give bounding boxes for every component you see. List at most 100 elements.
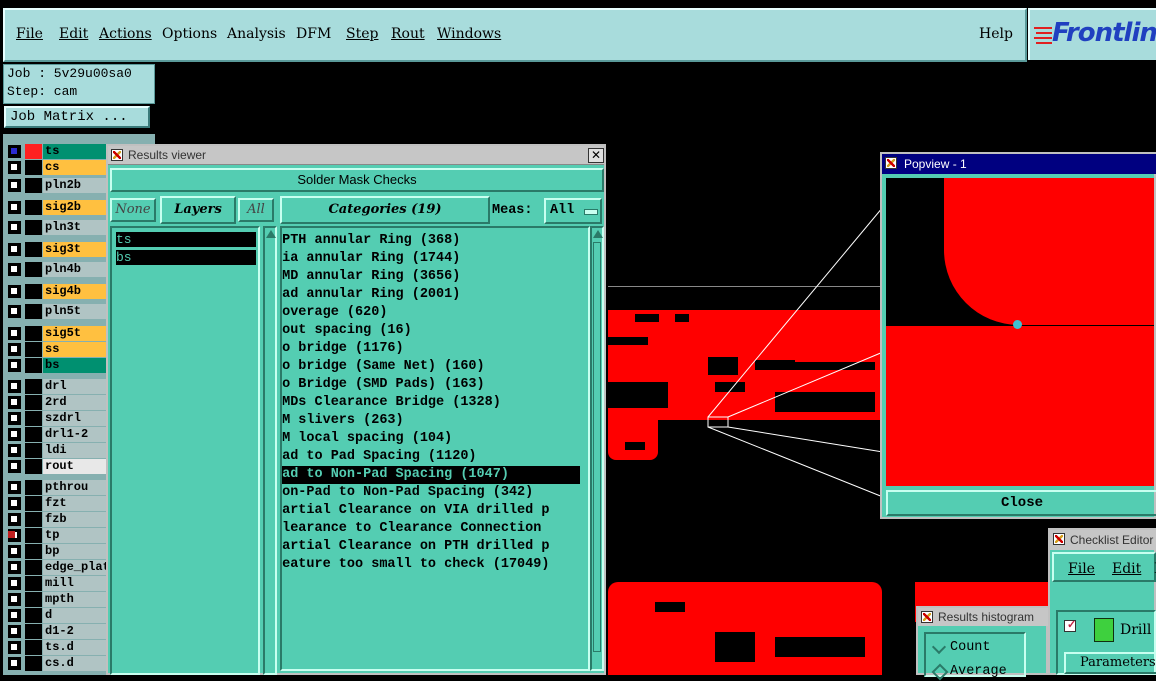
- layer-name[interactable]: rout: [43, 459, 107, 474]
- category-item[interactable]: SMDs Clearance Bridge (1328): [282, 394, 580, 412]
- menu-windows[interactable]: Windows: [437, 26, 501, 42]
- layer-name[interactable]: pthrou: [43, 480, 107, 495]
- layer-row-ts[interactable]: ts: [5, 144, 107, 159]
- layer-checkbox[interactable]: [8, 513, 21, 526]
- category-item[interactable]: NPTH annular Ring (368): [282, 232, 580, 250]
- layer-name[interactable]: edge_plat: [43, 560, 107, 575]
- layer-color-swatch[interactable]: [25, 379, 42, 394]
- layer-color-swatch[interactable]: [25, 411, 42, 426]
- category-item[interactable]: Rout spacing (16): [282, 322, 580, 340]
- category-item[interactable]: Partial Clearance on VIA drilled p: [282, 502, 580, 520]
- layer-name[interactable]: cs.d: [43, 656, 107, 671]
- layer-name[interactable]: ts: [43, 144, 107, 159]
- layer-checkbox[interactable]: [8, 201, 21, 214]
- popview-titlebar[interactable]: Popview - 1: [882, 154, 1156, 174]
- layer-color-swatch[interactable]: [25, 144, 42, 159]
- layer-name[interactable]: szdrl: [43, 411, 107, 426]
- category-item[interactable]: No Bridge (SMD Pads) (163): [282, 376, 580, 394]
- popview-canvas[interactable]: [886, 178, 1154, 486]
- category-item[interactable]: SM local spacing (104): [282, 430, 580, 448]
- layer-checkbox[interactable]: [8, 545, 21, 558]
- layer-row-pln4b[interactable]: pln4b: [5, 262, 107, 277]
- layer-checkbox[interactable]: [8, 444, 21, 457]
- layer-row-mill[interactable]: mill: [5, 576, 107, 591]
- layer-row-edge-plat[interactable]: edge_plat: [5, 560, 107, 575]
- layer-name[interactable]: ldi: [43, 443, 107, 458]
- layer-color-swatch[interactable]: [25, 656, 42, 671]
- checklist-menu-edit[interactable]: Edit: [1112, 561, 1141, 577]
- layer-row-fzt[interactable]: fzt: [5, 496, 107, 511]
- violation-marker[interactable]: [1013, 320, 1022, 329]
- layer-name[interactable]: sig4b: [43, 284, 107, 299]
- layer-checkbox[interactable]: [8, 380, 21, 393]
- menu-options[interactable]: Options: [162, 26, 217, 42]
- count-option[interactable]: Count: [950, 640, 991, 655]
- layer-checkbox[interactable]: [8, 428, 21, 441]
- category-item[interactable]: Via annular Ring (1744): [282, 250, 580, 268]
- layer-color-swatch[interactable]: [25, 427, 42, 442]
- layer-name[interactable]: pln2b: [43, 178, 107, 193]
- menu-file[interactable]: File: [16, 26, 43, 42]
- layer-name[interactable]: tp: [43, 528, 107, 543]
- scroll-up-icon[interactable]: [266, 230, 276, 238]
- layer-checkbox[interactable]: [8, 221, 21, 234]
- parameters-button[interactable]: Parameters.: [1064, 652, 1156, 674]
- layer-color-swatch[interactable]: [25, 262, 42, 277]
- layer-color-swatch[interactable]: [25, 395, 42, 410]
- layer-checkbox[interactable]: [8, 412, 21, 425]
- meas-dropdown[interactable]: All: [544, 198, 602, 224]
- layer-checkbox[interactable]: [8, 343, 21, 356]
- layer-checkbox[interactable]: [8, 577, 21, 590]
- menu-dfm[interactable]: DFM: [296, 26, 331, 42]
- layer-name[interactable]: fzt: [43, 496, 107, 511]
- layer-row-mpth[interactable]: mpth: [5, 592, 107, 607]
- layer-color-swatch[interactable]: [25, 342, 42, 357]
- category-item[interactable]: No bridge (1176): [282, 340, 580, 358]
- drill-action-label[interactable]: Drill (: [1120, 622, 1156, 638]
- layer-checkbox[interactable]: [8, 641, 21, 654]
- layer-name[interactable]: sig5t: [43, 326, 107, 341]
- layer-checkbox[interactable]: [8, 263, 21, 276]
- layer-color-swatch[interactable]: [25, 608, 42, 623]
- layer-name[interactable]: 2rd: [43, 395, 107, 410]
- layer-row-cs-d[interactable]: cs.d: [5, 656, 107, 671]
- layer-color-swatch[interactable]: [25, 544, 42, 559]
- layer-row-tp[interactable]: tp: [5, 528, 107, 543]
- category-item[interactable]: SMD annular Ring (3656): [282, 268, 580, 286]
- layer-row-bs[interactable]: bs: [5, 358, 107, 373]
- popview-close-button[interactable]: Close: [886, 490, 1156, 516]
- layer-checkbox[interactable]: [8, 657, 21, 670]
- layer-name[interactable]: mill: [43, 576, 107, 591]
- layers-button[interactable]: Layers: [160, 196, 236, 224]
- checklist-menu-file[interactable]: File: [1068, 561, 1095, 577]
- layer-checkbox[interactable]: [8, 593, 21, 606]
- layer-checkbox[interactable]: [8, 145, 21, 158]
- all-button[interactable]: All: [238, 198, 274, 222]
- layer-checkbox[interactable]: [8, 609, 21, 622]
- layer-color-swatch[interactable]: [25, 560, 42, 575]
- layer-row-cs[interactable]: cs: [5, 160, 107, 175]
- layer-checkbox[interactable]: [8, 327, 21, 340]
- layer-color-swatch[interactable]: [25, 284, 42, 299]
- layer-result-item[interactable]: ts: [116, 232, 256, 247]
- layer-name[interactable]: sig3t: [43, 242, 107, 257]
- layer-color-swatch[interactable]: [25, 242, 42, 257]
- layer-checkbox[interactable]: [8, 396, 21, 409]
- layer-color-swatch[interactable]: [25, 178, 42, 193]
- layer-name[interactable]: bs: [43, 358, 107, 373]
- layer-row-sig2b[interactable]: sig2b: [5, 200, 107, 215]
- layer-checkbox[interactable]: [8, 561, 21, 574]
- layer-row-d[interactable]: d: [5, 608, 107, 623]
- layer-row-drl[interactable]: drl: [5, 379, 107, 394]
- layer-checkbox[interactable]: [8, 460, 21, 473]
- layer-color-swatch[interactable]: [25, 459, 42, 474]
- layer-color-swatch[interactable]: [25, 512, 42, 527]
- layer-row-szdrl[interactable]: szdrl: [5, 411, 107, 426]
- layer-name[interactable]: drl: [43, 379, 107, 394]
- layer-color-swatch[interactable]: [25, 160, 42, 175]
- layer-checkbox[interactable]: [8, 481, 21, 494]
- layer-color-swatch[interactable]: [25, 358, 42, 373]
- categories-list[interactable]: NPTH annular Ring (368) Via annular Ring …: [280, 226, 590, 671]
- category-item[interactable]: SM slivers (263): [282, 412, 580, 430]
- layer-name[interactable]: fzb: [43, 512, 107, 527]
